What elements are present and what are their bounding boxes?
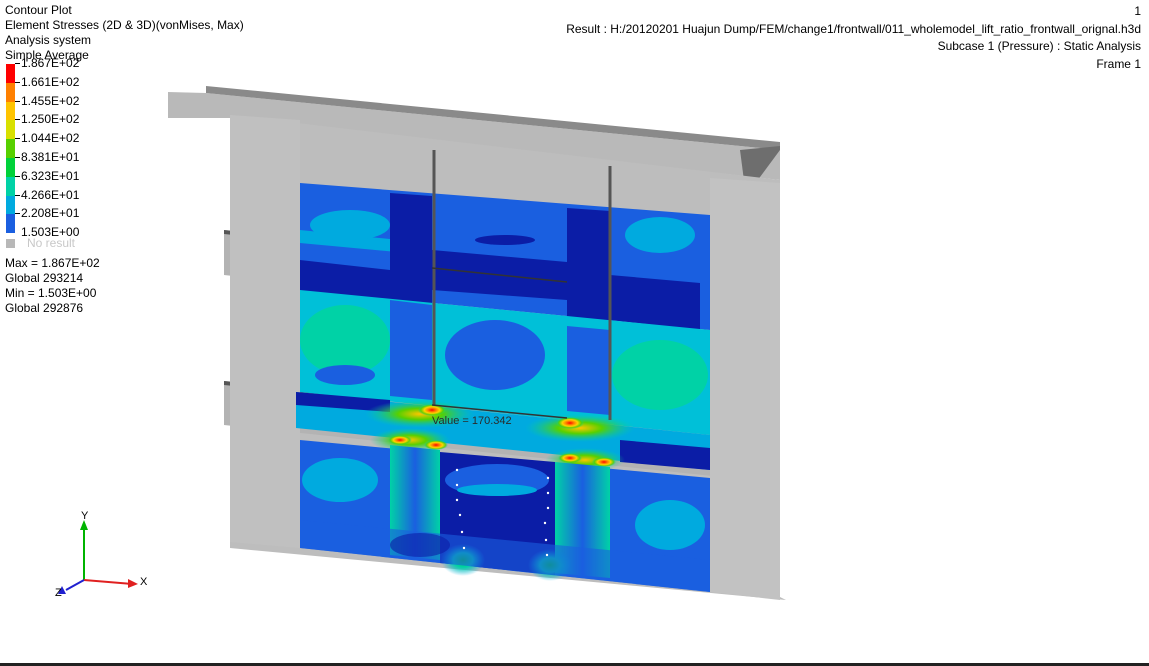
contour-patch <box>445 320 545 390</box>
contour-column-left <box>390 193 432 305</box>
contour-hotspot <box>592 457 616 467</box>
contour-hotspot <box>556 417 584 429</box>
contour-hotspot <box>388 435 412 445</box>
contour-column-right <box>567 208 610 330</box>
stress-contour[interactable] <box>296 183 710 592</box>
y-axis-label: Y <box>81 510 89 522</box>
right-flange <box>710 178 780 600</box>
z-axis-label: Z <box>55 587 62 599</box>
contour-patch <box>390 533 450 557</box>
contour-patch <box>612 340 708 410</box>
z-axis-line <box>65 579 85 591</box>
contour-hotspot <box>424 440 448 450</box>
axis-triad[interactable]: Y X Z <box>55 510 148 599</box>
contour-patch <box>635 500 705 550</box>
x-axis-line <box>83 579 133 585</box>
contour-hotspot <box>525 414 635 442</box>
probe-value-label: Value = 170.342 <box>432 415 512 427</box>
contour-patch <box>300 305 390 375</box>
x-axis-label: X <box>140 576 148 588</box>
contour-patch <box>390 300 432 400</box>
contour-patch <box>302 458 378 502</box>
contour-patch <box>625 217 695 253</box>
contour-patch <box>315 365 375 385</box>
contour-patch <box>567 326 610 415</box>
x-axis-arrow <box>128 579 138 588</box>
left-flange <box>230 115 300 548</box>
contour-hotspot <box>558 453 582 463</box>
contour-patch <box>475 235 535 245</box>
contour-patch <box>457 484 537 496</box>
contour-patch <box>310 210 390 240</box>
model-viewport[interactable]: Value = 170.342 Y X Z <box>0 0 1149 666</box>
